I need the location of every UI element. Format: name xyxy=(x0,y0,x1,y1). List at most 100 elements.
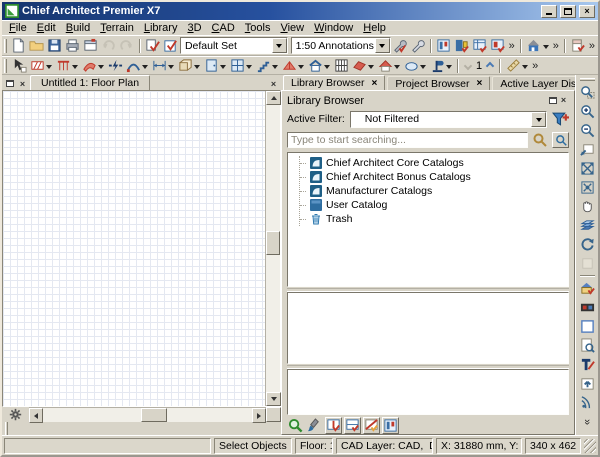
render-view-button[interactable] xyxy=(577,298,597,317)
float-window-button[interactable] xyxy=(4,78,15,89)
close-button[interactable]: × xyxy=(579,4,595,18)
toolbar-grip[interactable] xyxy=(4,38,7,53)
railing-tools-button[interactable] xyxy=(54,57,72,75)
print-button[interactable] xyxy=(64,37,82,55)
arc-tools-button[interactable] xyxy=(124,57,142,75)
dropdown-arrow-icon[interactable] xyxy=(446,65,452,72)
tab-active-layer-display-options[interactable]: Active Layer Display Options × xyxy=(492,76,575,90)
settings-wrench-button[interactable] xyxy=(409,37,427,55)
skylight-tools-button[interactable] xyxy=(350,57,368,75)
library-options-button[interactable] xyxy=(382,417,399,434)
undo-zoom-button[interactable] xyxy=(577,140,597,159)
menu-terrain[interactable]: Terrain xyxy=(95,22,139,34)
undo-button[interactable] xyxy=(100,37,118,55)
zoom-in-button[interactable] xyxy=(577,102,597,121)
scroll-down-button[interactable] xyxy=(266,392,281,406)
vertical-scroll-track[interactable] xyxy=(266,105,280,392)
toolbar-overflow-button[interactable]: » xyxy=(530,60,540,72)
close-icon[interactable]: × xyxy=(372,78,378,89)
default-set-combobox[interactable]: Default Set xyxy=(179,37,288,54)
plan-preview-button[interactable] xyxy=(577,336,597,355)
library-dialog-button[interactable] xyxy=(453,37,471,55)
text-tool-button[interactable] xyxy=(577,355,597,374)
framed-view-button[interactable] xyxy=(577,317,597,336)
tree-item-trash[interactable]: Trash xyxy=(300,212,471,226)
dropdown-arrow-icon[interactable] xyxy=(272,65,278,72)
terrain-tools-button[interactable] xyxy=(402,57,420,75)
maximize-button[interactable] xyxy=(560,4,576,18)
toolbar-overflow-button[interactable]: » xyxy=(581,419,593,425)
dropdown-arrow-icon[interactable] xyxy=(394,65,400,72)
rotate-view-button[interactable] xyxy=(577,235,597,254)
dropdown-arrow-icon[interactable] xyxy=(98,65,104,72)
dropdown-arrow-icon[interactable] xyxy=(420,65,426,72)
toggle-source-pane-button[interactable] xyxy=(344,417,361,434)
horizontal-scrollbar[interactable] xyxy=(29,407,266,423)
toolbar-overflow-button[interactable]: » xyxy=(587,40,597,52)
camera-views-button[interactable] xyxy=(525,37,543,55)
menu-build[interactable]: Build xyxy=(61,22,95,34)
edit-active-defaults-button[interactable] xyxy=(391,37,409,55)
dropdown-arrow-icon[interactable] xyxy=(142,65,148,72)
fill-window-button[interactable] xyxy=(577,159,597,178)
horizontal-scroll-track[interactable] xyxy=(43,408,252,422)
menu-file[interactable]: File xyxy=(4,22,32,34)
floor-up-button[interactable] xyxy=(485,61,495,70)
zoom-region-button[interactable] xyxy=(577,83,597,102)
toolbar-overflow-button[interactable]: » xyxy=(551,40,561,52)
menu-library[interactable]: Library xyxy=(139,22,183,34)
tree-item-bonus-catalogs[interactable]: Chief Architect Bonus Catalogs xyxy=(300,170,471,184)
advanced-search-button[interactable] xyxy=(552,132,569,148)
annotation-scale-dropdown-button[interactable] xyxy=(374,38,390,53)
toggle-split-view-button[interactable] xyxy=(363,417,380,434)
tree-item-user-catalog[interactable]: User Catalog xyxy=(300,198,471,212)
dropdown-arrow-icon[interactable] xyxy=(168,65,174,72)
dock-grip[interactable] xyxy=(5,421,8,436)
dropdown-arrow-icon[interactable] xyxy=(368,65,374,72)
resize-grip[interactable] xyxy=(584,438,596,453)
redo-button[interactable] xyxy=(118,37,136,55)
dropdown-arrow-icon[interactable] xyxy=(324,65,330,72)
layer-display-dialog-button[interactable] xyxy=(471,37,489,55)
sound-tool-button[interactable] xyxy=(577,393,597,412)
search-icon[interactable] xyxy=(532,132,548,148)
tab-project-browser[interactable]: Project Browser × xyxy=(387,76,491,90)
dropdown-arrow-icon[interactable] xyxy=(246,65,252,72)
dormer-tools-button[interactable] xyxy=(306,57,324,75)
menu-view[interactable]: View xyxy=(275,22,309,34)
select-objects-button[interactable] xyxy=(10,57,28,75)
dimension-tools-button[interactable] xyxy=(150,57,168,75)
floor-down-button[interactable] xyxy=(463,61,473,70)
fill-window-building-button[interactable] xyxy=(577,178,597,197)
door-tools-button[interactable] xyxy=(202,57,220,75)
toggle-filter-pane-button[interactable] xyxy=(325,417,342,434)
column-tools-button[interactable] xyxy=(428,57,446,75)
minimize-button[interactable] xyxy=(541,4,557,18)
scroll-right-button[interactable] xyxy=(252,408,266,423)
pan-window-button[interactable] xyxy=(577,197,597,216)
menu-window[interactable]: Window xyxy=(309,22,358,34)
new-plan-button[interactable] xyxy=(10,37,28,55)
dropdown-arrow-icon[interactable] xyxy=(46,65,52,72)
dropdown-arrow-icon[interactable] xyxy=(298,65,304,72)
filter-dropdown-button[interactable] xyxy=(531,111,546,127)
open-plan-button[interactable] xyxy=(28,37,46,55)
close-view-button[interactable]: × xyxy=(268,78,279,89)
vertical-scroll-thumb[interactable] xyxy=(266,231,280,255)
close-pane-button[interactable]: × xyxy=(17,78,28,89)
annotation-scale-combobox[interactable]: 1:50 Annotations xyxy=(290,37,391,54)
window-tools-button[interactable] xyxy=(228,57,246,75)
camera-view-button[interactable] xyxy=(577,279,597,298)
vertical-scrollbar[interactable] xyxy=(265,91,281,406)
horizontal-scroll-thumb[interactable] xyxy=(141,408,167,422)
floor-plan-canvas[interactable] xyxy=(3,91,265,406)
active-filter-combobox[interactable]: Not Filtered xyxy=(349,110,547,128)
close-panel-button[interactable]: × xyxy=(558,95,569,106)
edit-toolbar-button[interactable] xyxy=(144,37,162,55)
zoom-out-button[interactable] xyxy=(577,121,597,140)
toolbar-grip[interactable] xyxy=(579,78,595,81)
layer-sets-button[interactable] xyxy=(577,216,597,235)
float-panel-button[interactable] xyxy=(547,95,558,106)
scroll-left-button[interactable] xyxy=(29,408,43,423)
framing-tools-button[interactable] xyxy=(332,57,350,75)
